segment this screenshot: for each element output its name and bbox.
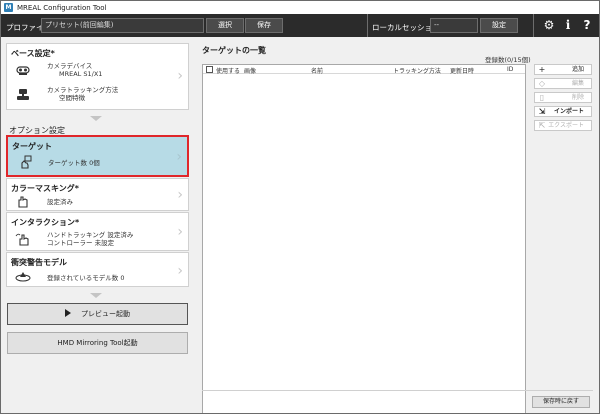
title-bar: M MREAL Configuration Tool xyxy=(1,1,599,14)
table-header: 使用する 画像 名前 トラッキング方法 更新日時 ID xyxy=(203,65,525,75)
delete-label: 削除 xyxy=(571,94,584,101)
add-target-button[interactable]: + 追加 xyxy=(534,64,592,75)
tag-icon: ◇ xyxy=(538,79,546,88)
trash-icon: ▯ xyxy=(539,93,545,102)
help-icon[interactable]: ? xyxy=(579,17,595,33)
preview-launch-button[interactable]: プレビュー起動 xyxy=(7,303,188,325)
toolbar-divider xyxy=(367,14,368,37)
column-use[interactable]: 使用する xyxy=(216,66,240,75)
color-masking-card[interactable]: カラーマスキング* 設定済み › xyxy=(6,178,189,211)
preview-launch-label: プレビュー起動 xyxy=(81,310,130,318)
gear-icon[interactable]: ⚙ xyxy=(541,17,557,33)
registered-count: 登録数(0/15個) xyxy=(485,56,531,64)
play-icon xyxy=(65,309,71,317)
session-settings-button[interactable]: 設定 xyxy=(480,18,518,33)
collision-warning-card[interactable]: 衝突警告モデル 登録されているモデル数 0 › xyxy=(6,252,189,287)
camera-tracking-value: 空間特徴 xyxy=(59,94,85,102)
interaction-hand-icon xyxy=(15,232,31,246)
collision-warning-title: 衝突警告モデル xyxy=(11,258,67,267)
chevron-right-icon: › xyxy=(176,149,182,165)
app-logo-icon: M xyxy=(4,3,13,12)
hmd-mirroring-label: HMD Mirroring Tool起動 xyxy=(57,339,138,347)
color-masking-title: カラーマスキング* xyxy=(11,184,79,193)
camera-tracking-label: カメラトラッキング方法 xyxy=(47,86,119,94)
color-masking-hand-icon xyxy=(15,194,31,208)
import-button[interactable]: ⇲ インポート xyxy=(534,106,592,117)
hmd-mirroring-button[interactable]: HMD Mirroring Tool起動 xyxy=(7,332,188,354)
flow-arrow-icon xyxy=(90,116,102,121)
target-count: ターゲット数 0個 xyxy=(48,159,100,167)
interaction-card[interactable]: インタラクション* ハンドトラッキング 設定済み コントローラー 未設定 › xyxy=(6,212,189,251)
interaction-controller-status: コントローラー 未設定 xyxy=(47,239,115,247)
interaction-title: インタラクション* xyxy=(11,218,80,227)
left-panel: ベース設定* カメラデバイス MREAL S1/X1 カメラトラッキング方法 空… xyxy=(1,37,195,413)
main-panel: ターゲットの一覧 登録数(0/15個) 使用する 画像 名前 トラッキング方法 … xyxy=(195,37,599,413)
color-masking-status: 設定済み xyxy=(47,198,73,206)
profile-name-field[interactable]: プリセット(前回編集) xyxy=(41,18,204,33)
select-all-checkbox[interactable] xyxy=(206,66,213,73)
column-id[interactable]: ID xyxy=(507,66,513,73)
footer-divider xyxy=(202,390,593,391)
chevron-right-icon: › xyxy=(177,68,183,84)
export-icon: ⇱ xyxy=(538,121,546,130)
collision-model-count: 登録されているモデル数 0 xyxy=(47,274,125,282)
camera-tracking-icon xyxy=(15,89,31,103)
column-tracking-method[interactable]: トラッキング方法 xyxy=(393,66,441,75)
camera-device-label: カメラデバイス xyxy=(47,62,93,70)
target-title: ターゲット xyxy=(12,142,52,151)
app-window: M MREAL Configuration Tool プロファイル プリセット(… xyxy=(0,0,600,414)
camera-device-value: MREAL S1/X1 xyxy=(59,70,103,78)
chevron-right-icon: › xyxy=(177,224,183,240)
edit-label: 編集 xyxy=(571,80,584,87)
add-label: 追加 xyxy=(571,66,584,73)
import-label: インポート xyxy=(553,108,584,115)
import-icon: ⇲ xyxy=(538,107,546,116)
flow-arrow-icon xyxy=(90,293,102,298)
collision-model-icon xyxy=(15,270,31,284)
save-profile-button[interactable]: 保存 xyxy=(245,18,283,33)
toolbar-divider xyxy=(533,14,534,37)
delete-target-button[interactable]: ▯ 削除 xyxy=(534,92,592,103)
plus-icon: + xyxy=(538,65,546,74)
target-hand-icon xyxy=(18,155,34,169)
export-label: エクスポート xyxy=(548,122,584,129)
info-icon[interactable]: i xyxy=(560,17,576,33)
base-settings-card[interactable]: ベース設定* カメラデバイス MREAL S1/X1 カメラトラッキング方法 空… xyxy=(6,43,189,110)
base-settings-title: ベース設定* xyxy=(11,49,55,58)
target-table[interactable]: 使用する 画像 名前 トラッキング方法 更新日時 ID xyxy=(202,64,526,413)
camera-device-icon xyxy=(15,64,31,78)
target-card[interactable]: ターゲット ターゲット数 0個 › xyxy=(6,135,189,177)
chevron-right-icon: › xyxy=(177,263,183,279)
chevron-right-icon: › xyxy=(177,187,183,203)
column-updated-at[interactable]: 更新日時 xyxy=(450,66,474,75)
export-button[interactable]: ⇱ エクスポート xyxy=(534,120,592,131)
local-session-field[interactable]: -- xyxy=(430,18,478,33)
target-list-title: ターゲットの一覧 xyxy=(202,46,266,55)
window-title: MREAL Configuration Tool xyxy=(17,3,107,12)
column-name[interactable]: 名前 xyxy=(311,66,323,75)
restore-saved-button[interactable]: 保存時に戻す xyxy=(532,396,590,408)
column-image[interactable]: 画像 xyxy=(244,66,256,75)
select-profile-button[interactable]: 選択 xyxy=(206,18,244,33)
interaction-hand-status: ハンドトラッキング 設定済み xyxy=(47,231,134,239)
edit-target-button[interactable]: ◇ 編集 xyxy=(534,78,592,89)
